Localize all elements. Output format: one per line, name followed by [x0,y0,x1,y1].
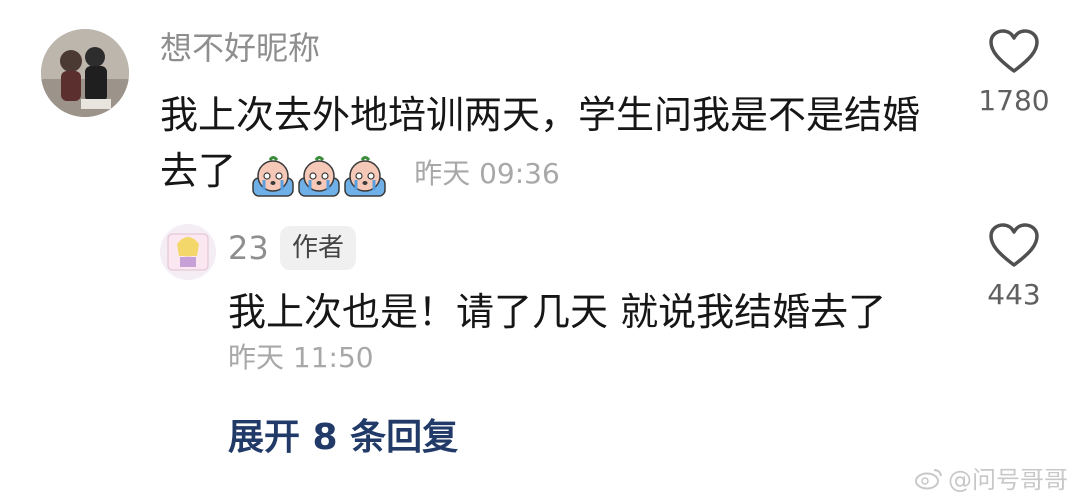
reply-timestamp: 昨天 11:50 [228,341,374,374]
crying-emoji-icon [252,156,294,197]
crying-emoji-icon [344,156,386,197]
watermark-text: @问号哥哥 [948,466,1068,494]
expand-replies-link[interactable]: 展开 8 条回复 [228,412,458,464]
like-button[interactable]: 1780 [974,28,1054,117]
reply-text: 我上次也是！请了几天 就说我结婚去了 [228,290,887,334]
reply-like-button[interactable]: 443 [974,222,1054,311]
like-count: 1780 [978,84,1050,117]
comment-text: 我上次去外地培训两天，学生问我是不是结婚去了 昨天 09:36 [160,87,920,202]
reply-username[interactable]: 23 [228,226,269,270]
comment-username[interactable]: 想不好昵称 [160,26,320,70]
reply-like-count: 443 [987,278,1041,311]
weibo-logo-icon [915,468,942,489]
author-badge: 作者 [280,226,357,270]
comment-timestamp: 昨天 09:36 [414,156,560,190]
emoji-group [250,146,388,202]
watermark: @问号哥哥 [914,460,1068,495]
heart-icon[interactable] [974,28,1054,74]
avatar[interactable] [41,29,129,117]
reply-avatar[interactable] [160,224,216,280]
crying-emoji-icon [298,156,340,197]
heart-icon[interactable] [974,222,1054,268]
